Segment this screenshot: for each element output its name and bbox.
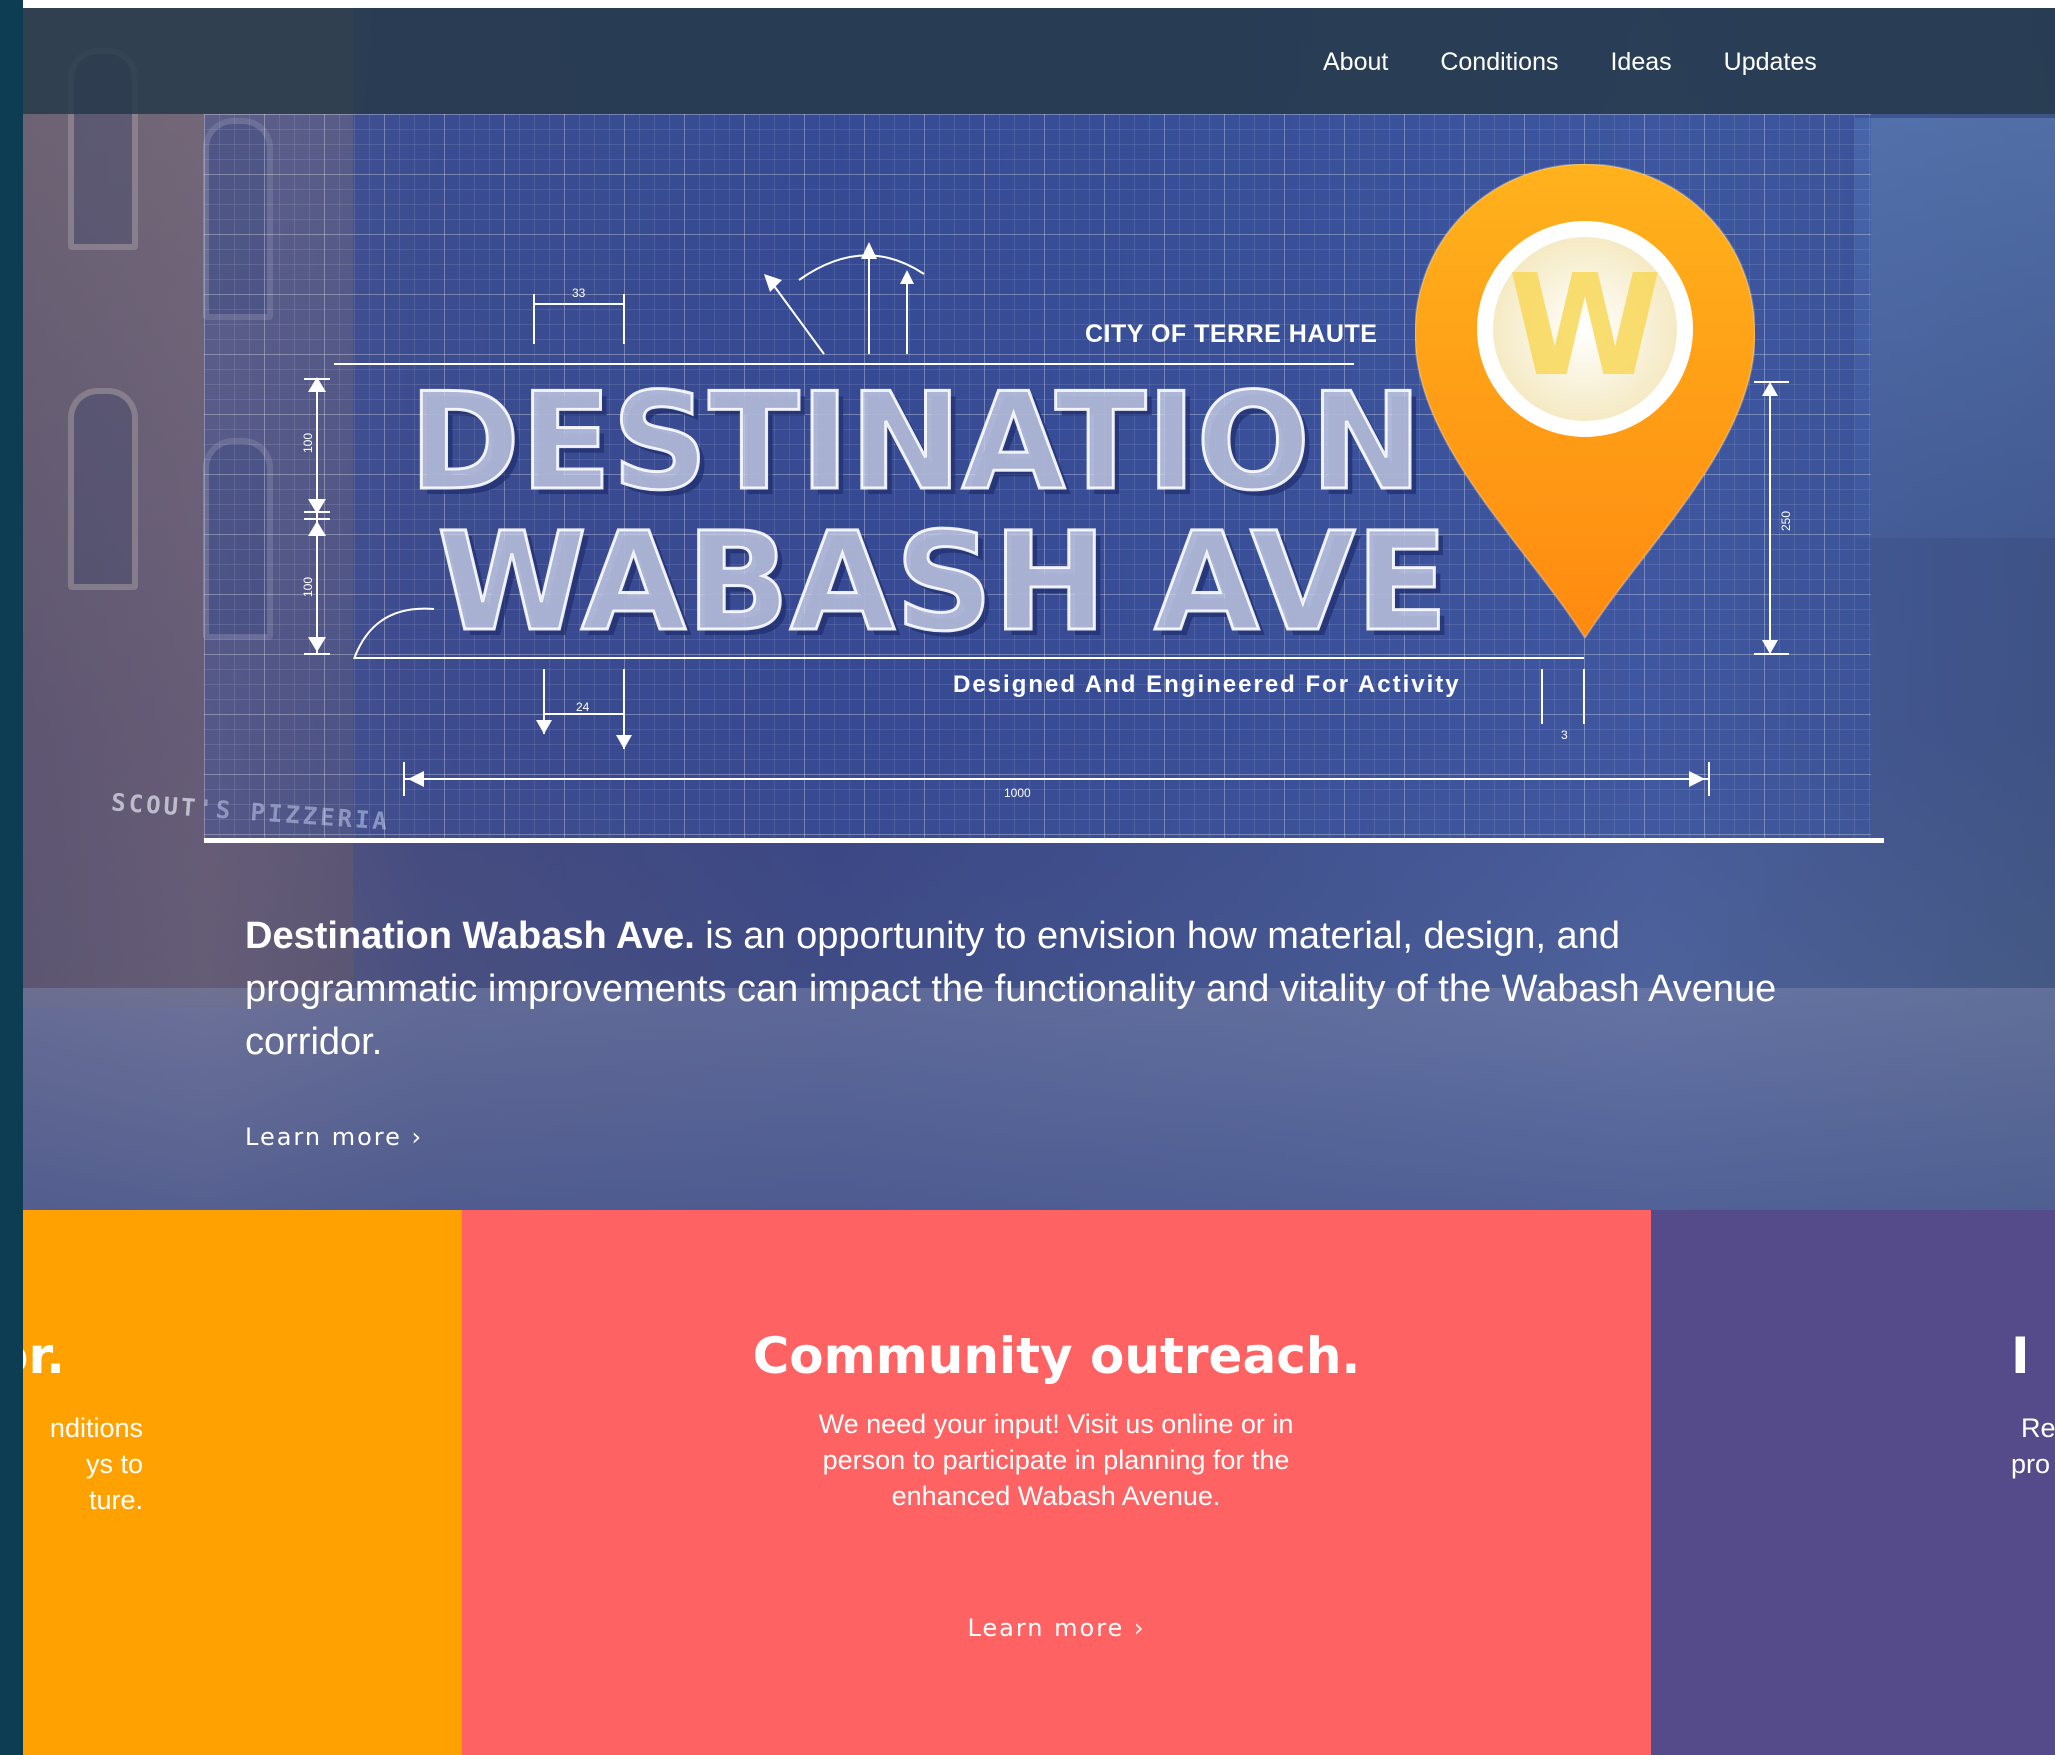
intro-paragraph: Destination Wabash Ave. is an opportunit…: [245, 910, 1825, 1069]
pin-letter: W: [1508, 245, 1662, 408]
logo-title-line-2: WABASH AVE: [435, 503, 1449, 664]
panel-right: I Re pro: [1651, 1210, 2055, 1755]
panel-right-line: pro: [2011, 1449, 2051, 1479]
nav-about[interactable]: About: [1323, 48, 1388, 77]
nav-menu: About Conditions Ideas Updates: [1323, 48, 1817, 77]
dimension-label: 33: [572, 286, 586, 300]
panel-left-line: ture.: [88, 1485, 143, 1515]
nav-ideas[interactable]: Ideas: [1610, 48, 1671, 77]
dimension-label: 250: [1779, 510, 1794, 532]
background-window: [68, 388, 138, 590]
panel-left-line: ys to: [85, 1449, 143, 1479]
logo-tagline: Designed And Engineered For Activity: [953, 671, 1461, 698]
intro-strong: Destination Wabash Ave.: [245, 915, 695, 957]
hero-section: SCOUT'S PIZZERIA About Conditions Ideas …: [23, 8, 2055, 1210]
panel-left-heading: lor.: [23, 1327, 66, 1385]
panel-corridor: lor. nditions ys to ture.: [23, 1210, 462, 1755]
panel-left-body: nditions ys to ture.: [23, 1410, 143, 1518]
panel-community-outreach: Community outreach. We need your input! …: [462, 1210, 1651, 1755]
hero-divider: [204, 838, 1884, 843]
page-frame: SCOUT'S PIZZERIA About Conditions Ideas …: [23, 8, 2055, 1755]
page-top-edge: [0, 0, 2055, 8]
hero-learn-more-link[interactable]: Learn more ›: [245, 1123, 423, 1151]
city-label: CITY OF TERRE HAUTE: [1085, 320, 1378, 348]
nav-conditions[interactable]: Conditions: [1440, 48, 1558, 77]
panel-right-line: Re: [2021, 1413, 2055, 1443]
dimension-label: 1000: [1004, 786, 1031, 800]
panel-right-body: Re pro: [2011, 1410, 2055, 1482]
dimension-label: 24: [576, 700, 590, 714]
dimension-label: 3: [1561, 728, 1568, 742]
panel-mid-heading: Community outreach.: [752, 1327, 1361, 1385]
logo-title-line-1: DESTINATION: [407, 363, 1423, 522]
panel-mid-learn-more-link[interactable]: Learn more ›: [462, 1614, 1651, 1642]
panel-left-line: nditions: [49, 1413, 143, 1443]
dimension-label: 100: [301, 432, 316, 454]
top-navigation: About Conditions Ideas Updates: [23, 8, 2055, 114]
page-left-edge: [0, 0, 23, 1755]
panel-right-heading: I: [2011, 1327, 2030, 1385]
panel-mid-body: We need your input! Visit us online or i…: [818, 1409, 1294, 1511]
dimension-label: 100: [301, 576, 316, 598]
nav-updates[interactable]: Updates: [1724, 48, 1817, 77]
location-pin-icon: W: [1413, 162, 1757, 640]
background-sky: [1855, 118, 2055, 538]
